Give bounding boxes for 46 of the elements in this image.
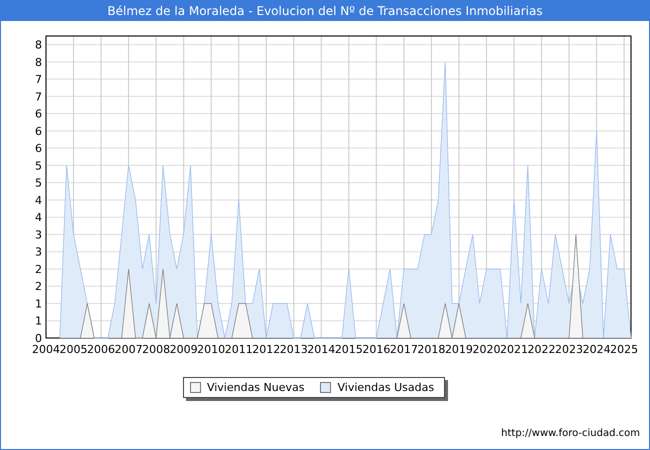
y-axis-label: 5 [35,176,42,190]
x-axis-label: 2013 [280,343,308,356]
x-axis-label: 2004 [32,343,60,356]
source-url: http://www.foro-ciudad.com [501,428,640,439]
y-axis-label: 8 [35,38,42,52]
x-axis-label: 2006 [87,343,116,356]
y-axis-label: 2 [35,262,42,276]
x-axis-label: 2017 [390,343,418,356]
x-axis-label: 2020 [472,343,500,356]
window-title: Bélmez de la Moraleda - Evolucion del Nº de Transacciones Inmobiliarias [107,4,543,18]
x-axis-label: 2012 [252,343,280,356]
y-axis-label: 1 [35,297,42,310]
x-axis-label: 2023 [555,343,584,356]
y-axis-label: 3 [35,246,42,259]
x-axis-label: 2018 [417,343,446,356]
y-axis-label: 8 [35,56,42,69]
y-axis-label: 6 [35,108,42,121]
x-axis-label: 2014 [307,343,336,356]
legend-swatch-icon [320,382,332,393]
y-axis-label: 1 [35,314,42,328]
x-axis-label: 2015 [334,343,363,356]
y-axis-label: 3 [35,228,42,242]
x-axis-label: 2022 [528,343,556,356]
x-axis-label: 2007 [114,343,143,356]
y-axis-label: 6 [35,124,42,138]
y-axis-label: 7 [35,90,42,104]
x-axis-label: 2010 [197,343,226,356]
legend-label: Viviendas Usadas [337,381,434,394]
y-axis-label: 6 [35,142,42,156]
x-axis-label: 2019 [444,343,473,356]
x-axis-label: 2024 [582,343,611,356]
y-axis-label: 7 [35,73,42,86]
y-axis-label: 4 [35,194,42,207]
x-axis-label: 2016 [362,343,390,356]
x-axis-label: 2005 [60,343,88,356]
x-axis-label: 2009 [170,343,198,356]
y-axis-label: 2 [35,280,42,294]
legend-swatch-icon [190,382,201,393]
x-axis-label: 2011 [224,343,253,356]
y-axis-label: 0 [35,332,42,345]
y-axis-label: 4 [35,211,42,224]
x-axis-label: 2021 [500,343,528,356]
y-axis-label: 5 [35,159,42,172]
x-axis-label: 2008 [142,343,170,356]
legend-label: Viviendas Nuevas [206,381,304,394]
x-axis-label: 2025 [610,343,638,356]
